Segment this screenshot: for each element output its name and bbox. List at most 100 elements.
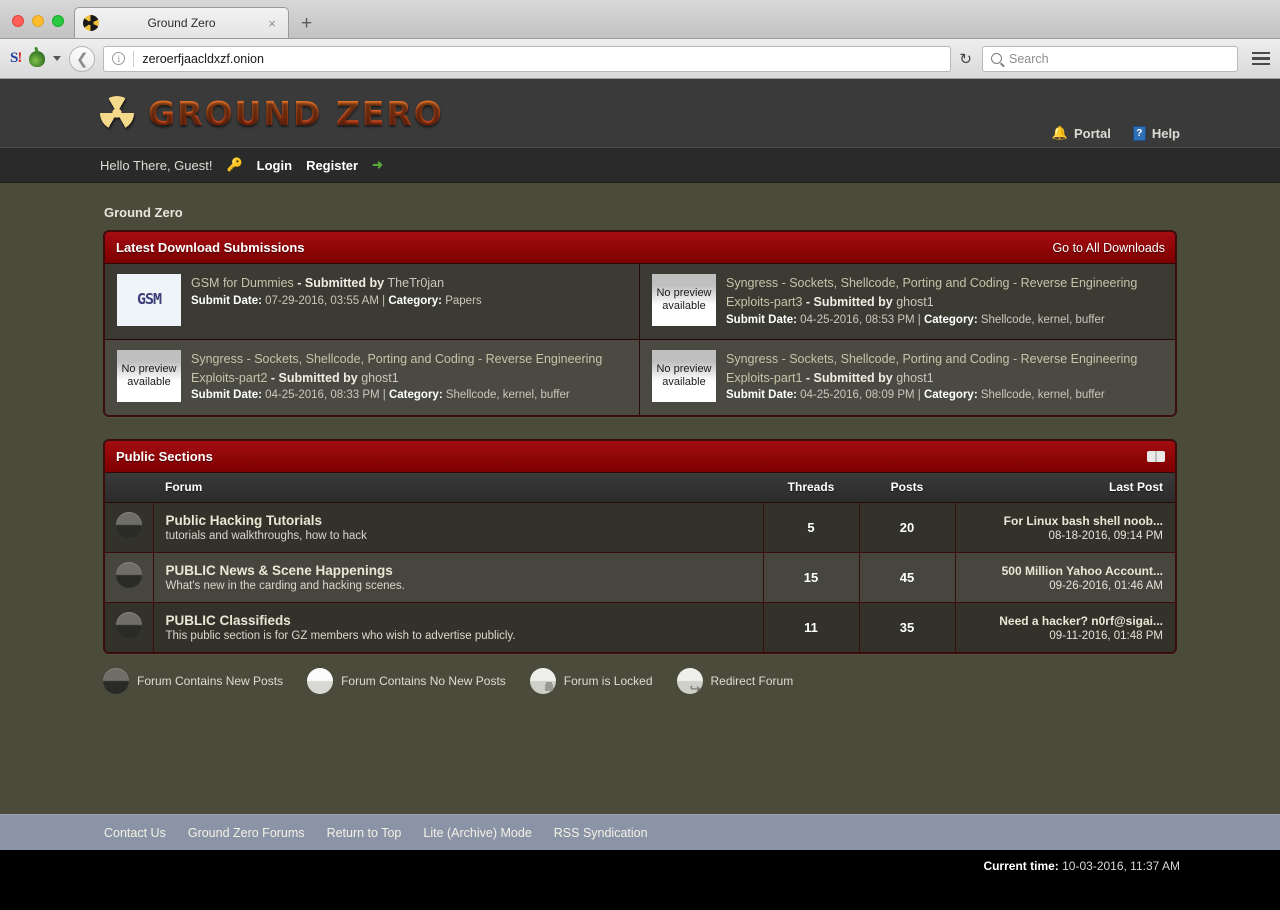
hamburger-menu-icon[interactable] bbox=[1246, 52, 1270, 66]
forum-new-posts-icon[interactable] bbox=[116, 612, 142, 638]
welcome-text: Hello There, Guest! bbox=[100, 158, 212, 173]
collapse-toggle-icon[interactable] bbox=[1147, 451, 1165, 462]
logo-text: GROUND ZERO bbox=[148, 94, 444, 133]
nav-item-portal-label: Portal bbox=[1074, 126, 1111, 141]
download-submitted-label: - Submitted by bbox=[267, 371, 361, 385]
footer-link-rss-syndication[interactable]: RSS Syndication bbox=[554, 826, 648, 840]
posts-count: 20 bbox=[859, 503, 955, 553]
forum-link[interactable]: Public Hacking Tutorials bbox=[166, 513, 323, 528]
onion-icon[interactable] bbox=[29, 51, 45, 67]
current-time: Current time: 10-03-2016, 11:37 AM bbox=[983, 859, 1180, 873]
nav-item-help-label: Help bbox=[1152, 126, 1180, 141]
download-title-link[interactable]: GSM for Dummies bbox=[191, 276, 294, 290]
download-item[interactable]: No preview available Syngress - Sockets,… bbox=[105, 340, 640, 415]
download-submitted-label: - Submitted by bbox=[802, 295, 896, 309]
maximize-window-button[interactable] bbox=[52, 15, 64, 27]
last-post-date: 09-11-2016, 01:48 PM bbox=[956, 630, 1164, 642]
page-body: GROUND ZERO 🔔 Portal ? Help Hello There,… bbox=[0, 79, 1280, 910]
footer-links: Contact Us Ground Zero Forums Return to … bbox=[0, 814, 1280, 850]
key-icon: 🔑 bbox=[226, 157, 242, 173]
download-title-line: Syngress - Sockets, Shellcode, Porting a… bbox=[726, 350, 1163, 388]
address-bar[interactable]: i zeroerfjaacldxzf.onion bbox=[103, 46, 951, 72]
download-item[interactable]: No preview available Syngress - Sockets,… bbox=[640, 340, 1175, 415]
current-time-label: Current time: bbox=[983, 859, 1058, 873]
separator: | bbox=[379, 295, 388, 307]
separator: | bbox=[915, 314, 924, 326]
legend-label: Forum Contains No New Posts bbox=[341, 674, 506, 688]
forum-new-posts-icon bbox=[103, 668, 129, 694]
forum-new-posts-icon[interactable] bbox=[116, 562, 142, 588]
forum-new-posts-icon[interactable] bbox=[116, 512, 142, 538]
download-user[interactable]: ghost1 bbox=[361, 371, 399, 385]
legend-label: Forum Contains New Posts bbox=[137, 674, 283, 688]
last-post-link[interactable]: 500 Million Yahoo Account... bbox=[1002, 564, 1163, 578]
stumbleupon-icon[interactable]: S! bbox=[10, 50, 21, 67]
submit-date-label: Submit Date: bbox=[726, 389, 797, 401]
category-value: Shellcode, kernel, buffer bbox=[981, 389, 1105, 401]
close-window-button[interactable] bbox=[12, 15, 24, 27]
site-logo[interactable]: GROUND ZERO bbox=[0, 94, 444, 133]
latest-downloads-title: Latest Download Submissions bbox=[116, 240, 305, 255]
public-sections-panel: Public Sections Forum Threads Posts Last… bbox=[103, 439, 1177, 655]
download-user[interactable]: ghost1 bbox=[896, 371, 934, 385]
header-forum[interactable]: Forum bbox=[153, 473, 763, 503]
nav-item-portal[interactable]: 🔔 Portal bbox=[1052, 125, 1111, 141]
table-row[interactable]: Public Hacking Tutorials tutorials and w… bbox=[105, 503, 1175, 553]
footer-link-ground-zero-forums[interactable]: Ground Zero Forums bbox=[188, 826, 305, 840]
legend-item-redirect: Redirect Forum bbox=[677, 668, 794, 694]
search-box[interactable]: Search bbox=[982, 46, 1238, 72]
forum-link[interactable]: PUBLIC News & Scene Happenings bbox=[166, 563, 393, 578]
table-row[interactable]: PUBLIC Classifieds This public section i… bbox=[105, 603, 1175, 653]
last-post-date: 09-26-2016, 01:46 AM bbox=[956, 580, 1164, 592]
browser-chrome: Ground Zero × + S! ❮ i zeroerfjaacldxzf.… bbox=[0, 0, 1280, 79]
window-traffic-lights[interactable] bbox=[0, 15, 74, 38]
download-thumbnail: No preview available bbox=[652, 350, 716, 402]
forum-link[interactable]: PUBLIC Classifieds bbox=[166, 613, 291, 628]
download-thumbnail: GSM bbox=[117, 274, 181, 326]
forum-status-cell bbox=[105, 603, 153, 653]
category-value: Shellcode, kernel, buffer bbox=[446, 389, 570, 401]
download-item[interactable]: GSM GSM for Dummies - Submitted by TheTr… bbox=[105, 264, 640, 340]
last-post-cell: Need a hacker? n0rf@sigai... 09-11-2016,… bbox=[955, 603, 1175, 653]
public-sections-header: Public Sections bbox=[105, 441, 1175, 473]
last-post-link[interactable]: Need a hacker? n0rf@sigai... bbox=[999, 614, 1163, 628]
submit-date: 04-25-2016, 08:53 PM bbox=[800, 314, 914, 326]
public-sections-title: Public Sections bbox=[116, 449, 213, 464]
nav-item-help[interactable]: ? Help bbox=[1133, 126, 1180, 141]
login-link[interactable]: Login bbox=[257, 158, 292, 173]
close-icon[interactable]: × bbox=[264, 16, 280, 31]
category-value: Papers bbox=[445, 295, 481, 307]
download-thumbnail: No preview available bbox=[652, 274, 716, 326]
minimize-window-button[interactable] bbox=[32, 15, 44, 27]
back-button[interactable]: ❮ bbox=[69, 46, 95, 72]
browser-tab[interactable]: Ground Zero × bbox=[74, 7, 289, 38]
footer-link-contact-us[interactable]: Contact Us bbox=[104, 826, 166, 840]
download-meta: Submit Date: 04-25-2016, 08:09 PM | Cate… bbox=[726, 387, 1163, 404]
last-post-cell: 500 Million Yahoo Account... 09-26-2016,… bbox=[955, 553, 1175, 603]
register-link[interactable]: Register bbox=[306, 158, 358, 173]
welcome-bar: Hello There, Guest! 🔑 Login Register ➜ bbox=[0, 147, 1280, 183]
info-icon[interactable]: i bbox=[112, 52, 125, 65]
chevron-down-icon[interactable] bbox=[53, 56, 61, 61]
new-tab-button[interactable]: + bbox=[289, 14, 312, 38]
submit-date: 04-25-2016, 08:09 PM bbox=[800, 389, 914, 401]
table-row[interactable]: PUBLIC News & Scene Happenings What's ne… bbox=[105, 553, 1175, 603]
go-to-all-downloads-link[interactable]: Go to All Downloads bbox=[1052, 241, 1165, 255]
header-last-post[interactable]: Last Post bbox=[955, 473, 1175, 503]
download-user[interactable]: TheTr0jan bbox=[388, 276, 445, 290]
submit-date-label: Submit Date: bbox=[726, 314, 797, 326]
search-placeholder: Search bbox=[1009, 52, 1049, 66]
legend-item-locked: Forum is Locked bbox=[530, 668, 653, 694]
header-posts[interactable]: Posts bbox=[859, 473, 955, 503]
download-item[interactable]: No preview available Syngress - Sockets,… bbox=[640, 264, 1175, 340]
header-threads[interactable]: Threads bbox=[763, 473, 859, 503]
threads-count: 15 bbox=[763, 553, 859, 603]
forum-name-cell: PUBLIC News & Scene Happenings What's ne… bbox=[153, 553, 763, 603]
site-header: GROUND ZERO 🔔 Portal ? Help bbox=[0, 79, 1280, 147]
footer-link-lite-mode[interactable]: Lite (Archive) Mode bbox=[423, 826, 531, 840]
last-post-link[interactable]: For Linux bash shell noob... bbox=[1004, 514, 1163, 528]
download-user[interactable]: ghost1 bbox=[896, 295, 934, 309]
reload-icon[interactable]: ↻ bbox=[959, 50, 974, 68]
footer-link-return-to-top[interactable]: Return to Top bbox=[327, 826, 402, 840]
forum-locked-icon bbox=[530, 668, 556, 694]
